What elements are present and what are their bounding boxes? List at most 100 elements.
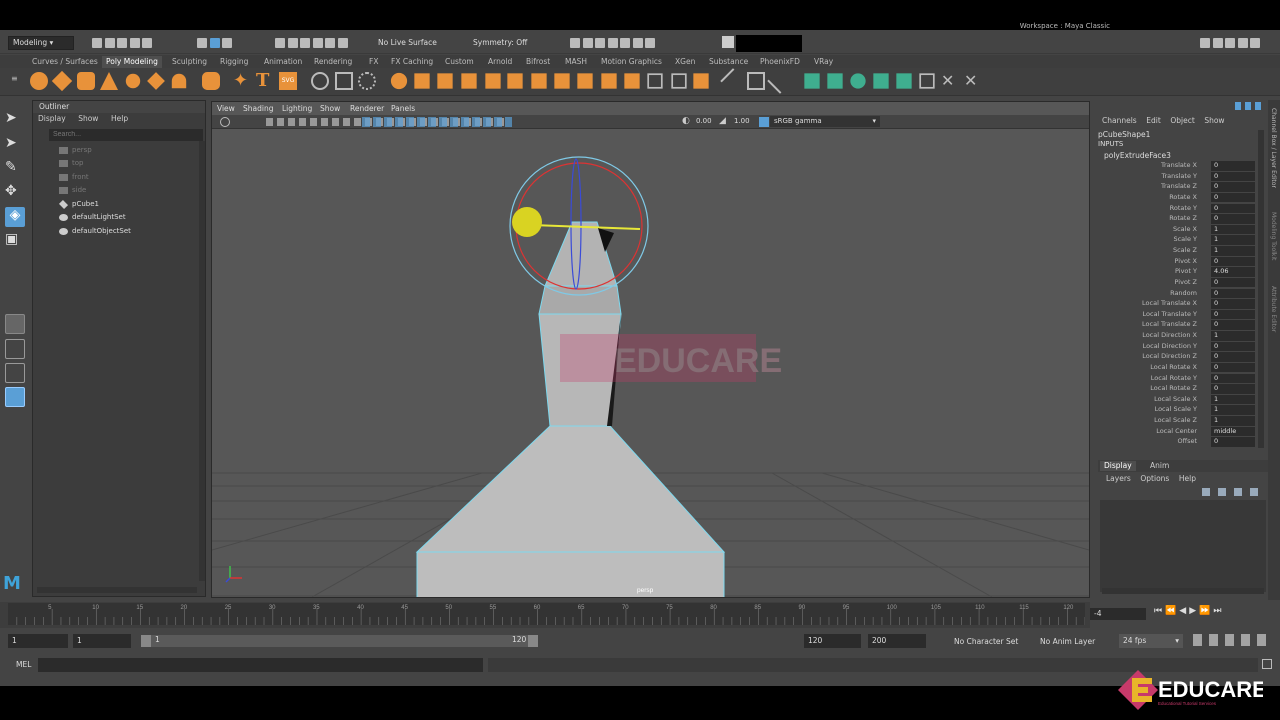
menu-set-dropdown[interactable]: Modeling ▾ [8, 36, 74, 50]
time-slider-track[interactable]: 5 10 15 20 25 30 35 40 45 50 55 60 65 70 75 80 85 90 95 100… [8, 603, 1086, 625]
channel-value[interactable]: 0 [1211, 437, 1255, 447]
shelf-tab-xgen[interactable]: XGen [671, 56, 699, 68]
layer-tab-anim[interactable]: Anim [1150, 461, 1169, 471]
channel-menu-show[interactable]: Show [1204, 116, 1224, 125]
shape-node-name[interactable]: pCubeShape1 [1098, 130, 1150, 139]
color-management-icon[interactable] [759, 117, 769, 127]
animation-end-field[interactable]: 200 [868, 634, 926, 648]
script-language-label[interactable]: MEL [16, 660, 31, 669]
svg-tool-icon[interactable]: SVG [279, 72, 297, 90]
shelf-menu-icon[interactable]: ≡ [11, 74, 18, 90]
layer-menu-layers[interactable]: Layers [1106, 474, 1131, 483]
channel-value[interactable]: 0 [1211, 288, 1255, 299]
snap-live-icon[interactable] [337, 38, 348, 48]
save-scene-icon[interactable] [117, 38, 128, 48]
channel-value[interactable]: 0 [1211, 362, 1255, 373]
outliner-item-pcube1[interactable]: pCube1 [58, 199, 99, 209]
channel-row[interactable]: Scale Z 1 [1093, 246, 1255, 257]
channel-row[interactable]: Scale Y 1 [1093, 235, 1255, 246]
channel-value[interactable]: 0 [1211, 341, 1255, 352]
scale-tool-icon[interactable]: ▣ [5, 231, 25, 251]
viewport-menu-renderer[interactable]: Renderer [350, 104, 384, 113]
anim-layer-dropdown[interactable]: No Anim Layer [1040, 637, 1095, 646]
viewport-menu-show[interactable]: Show [320, 104, 340, 113]
hypershade-icon[interactable] [620, 38, 631, 48]
bevel-icon[interactable] [554, 73, 570, 89]
live-surface-field[interactable]: No Live Surface [378, 38, 437, 47]
snap-curve-icon[interactable] [287, 38, 298, 48]
select-component-icon[interactable] [222, 38, 233, 48]
move-tool-icon[interactable]: ✥ [5, 183, 25, 203]
channel-box-scrollbar[interactable] [1258, 130, 1264, 448]
channel-row[interactable]: Translate Y 0 [1093, 171, 1255, 183]
viewport-panel[interactable]: View Shading Lighting Show Renderer Pane… [211, 101, 1090, 598]
snap-projected-icon[interactable] [312, 38, 323, 48]
display-mode-icons[interactable] [362, 117, 512, 127]
channel-box-icon[interactable] [1237, 38, 1248, 48]
merge-icon[interactable] [601, 73, 617, 89]
append-icon[interactable] [577, 73, 593, 89]
sew-uv-icon[interactable]: ✕ [941, 72, 959, 90]
layer-menu-help[interactable]: Help [1179, 474, 1196, 483]
exposure-field[interactable]: 0.00 [692, 116, 718, 127]
outliner-toggle-icon[interactable] [1250, 38, 1261, 48]
channel-value[interactable]: 1 [1211, 405, 1255, 415]
shelf-tab-custom[interactable]: Custom [441, 56, 478, 68]
channel-menu-channels[interactable]: Channels [1102, 116, 1137, 125]
multi-cut-icon[interactable] [720, 68, 746, 94]
separate-icon[interactable] [335, 72, 353, 90]
outliner-item-side[interactable]: side [59, 186, 86, 194]
select-tool-icon[interactable]: ➤ [5, 110, 25, 130]
shelf-tab-arnold[interactable]: Arnold [484, 56, 516, 68]
channel-row[interactable]: Local Direction Y 0 [1093, 341, 1255, 353]
channel-row[interactable]: Pivot Y 4.06 [1093, 267, 1255, 278]
viewport-menu-shading[interactable]: Shading [243, 104, 273, 113]
auto-map-icon[interactable] [896, 73, 912, 89]
auto-key-tools[interactable] [1193, 634, 1273, 646]
rotate-manipulator[interactable] [509, 156, 649, 296]
side-tab-channel-box[interactable]: Channel Box / Layer Editor [1270, 108, 1277, 188]
channel-row[interactable]: Local Center middle [1093, 426, 1255, 438]
channel-value[interactable]: 0 [1211, 384, 1255, 394]
paint-select-icon[interactable]: ✎ [5, 159, 25, 179]
shelf-tab-curves-surfaces[interactable]: Curves / Surfaces [28, 56, 102, 68]
render-settings-icon[interactable] [607, 38, 618, 48]
playback-buttons[interactable]: ⏮⏪◀▶⏩⏭ [1154, 606, 1224, 616]
channel-row[interactable]: Scale X 1 [1093, 224, 1255, 236]
snap-point-icon[interactable] [300, 38, 311, 48]
cut-uv-icon[interactable] [919, 73, 935, 89]
render-frame-icon[interactable] [570, 38, 580, 48]
script-editor-icon[interactable] [1262, 659, 1272, 669]
poly-cylinder-icon[interactable] [77, 72, 95, 90]
channel-value[interactable]: 0 [1211, 161, 1255, 171]
gamma-field[interactable]: 1.00 [730, 116, 754, 127]
layer-action-icons[interactable] [1202, 488, 1262, 496]
shelf-tab-motion-graphics[interactable]: Motion Graphics [597, 56, 666, 68]
channel-row[interactable]: Random 0 [1093, 288, 1255, 300]
pcube1-mesh[interactable] [415, 221, 726, 597]
channel-value[interactable]: 4.06 [1211, 267, 1255, 277]
shelf-tab-sculpting[interactable]: Sculpting [168, 56, 211, 68]
modeling-toolkit-icon[interactable] [1200, 38, 1210, 48]
outliner-item-defaultobjectset[interactable]: defaultObjectSet [59, 227, 131, 235]
outliner-item-defaultlightset[interactable]: defaultLightSet [59, 213, 126, 221]
poly-disc-icon[interactable] [171, 73, 187, 89]
unfold-uv-icon[interactable]: ✕ [964, 72, 982, 90]
arnold-render-icon[interactable] [632, 38, 643, 48]
channel-row[interactable]: Rotate Z 0 [1093, 214, 1255, 225]
channel-row[interactable]: Local Translate Y 0 [1093, 309, 1255, 321]
current-frame-field[interactable]: -4 [1090, 608, 1146, 620]
poly-cube-icon[interactable] [51, 70, 73, 92]
symmetry-dropdown[interactable]: Symmetry: Off [473, 38, 527, 47]
uv-editor-icon[interactable] [804, 73, 820, 89]
channel-value[interactable]: 0 [1211, 309, 1255, 320]
outliner-search-input[interactable] [49, 129, 203, 141]
workspace-indicator[interactable]: Workspace : Maya Classic [1020, 22, 1110, 30]
layer-scrollbar[interactable] [1102, 588, 1264, 594]
channel-row[interactable]: Translate Z 0 [1093, 182, 1255, 193]
channel-value[interactable]: middle [1211, 426, 1255, 437]
attribute-editor-icon[interactable] [1212, 38, 1223, 48]
poly-plane-icon[interactable] [147, 72, 165, 90]
channel-row[interactable]: Pivot Z 0 [1093, 277, 1255, 289]
poly-torus-icon[interactable] [125, 73, 141, 89]
